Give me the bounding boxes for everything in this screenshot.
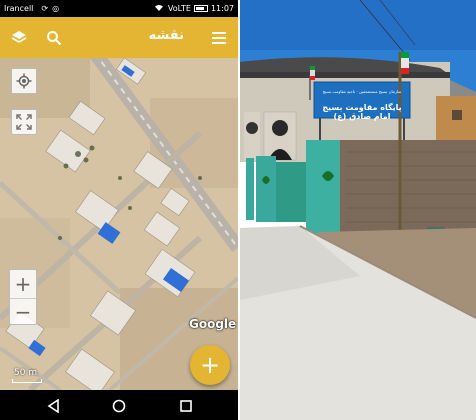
android-nav-bar (0, 390, 238, 420)
photo-scene (240, 0, 476, 420)
sign-title: پایگاه مقاومت بسیج امام صادق (ع) (322, 103, 402, 121)
back-triangle-icon[interactable] (47, 398, 61, 414)
wifi-icon (154, 4, 164, 14)
phone-screenshot: Irancell ⟳ ◎ VoLTE 11:07 نقشه + − Google… (0, 0, 238, 420)
satellite-imagery (0, 58, 238, 390)
street-photo: سازمان بسیج مستضعفین · ناحیه مقاومت بسیج… (240, 0, 476, 420)
fullscreen-icon[interactable] (11, 109, 37, 135)
network-label: VoLTE (167, 4, 191, 13)
hamburger-menu-icon[interactable] (208, 27, 230, 49)
clock: 11:07 (210, 4, 234, 13)
zoom-out-button[interactable]: − (10, 298, 36, 325)
carrier-name: Irancell (4, 4, 34, 13)
battery-icon (193, 5, 208, 12)
scale-bar (12, 379, 42, 383)
page-title: نقشه (148, 28, 184, 43)
search-icon[interactable] (43, 27, 65, 49)
home-circle-icon[interactable] (112, 398, 126, 413)
scale-label: 50 m (14, 368, 38, 378)
app-toolbar: نقشه (0, 17, 238, 58)
sync-icon: ⟳ (41, 4, 49, 13)
zoom-in-button[interactable]: + (10, 270, 36, 297)
recent-square-icon[interactable] (179, 398, 193, 412)
status-bar: Irancell ⟳ ◎ VoLTE 11:07 (0, 0, 238, 17)
location-status-icon: ◎ (52, 4, 60, 13)
satellite-map[interactable]: + − Google 50 m + (0, 58, 238, 390)
my-location-icon[interactable] (11, 68, 37, 94)
add-fab-button[interactable]: + (190, 345, 230, 385)
zoom-controls: + − (9, 269, 37, 325)
sign-subtitle: سازمان بسیج مستضعفین · ناحیه مقاومت بسیج (322, 89, 402, 94)
layers-icon[interactable] (8, 27, 30, 49)
google-attribution: Google (189, 317, 237, 331)
